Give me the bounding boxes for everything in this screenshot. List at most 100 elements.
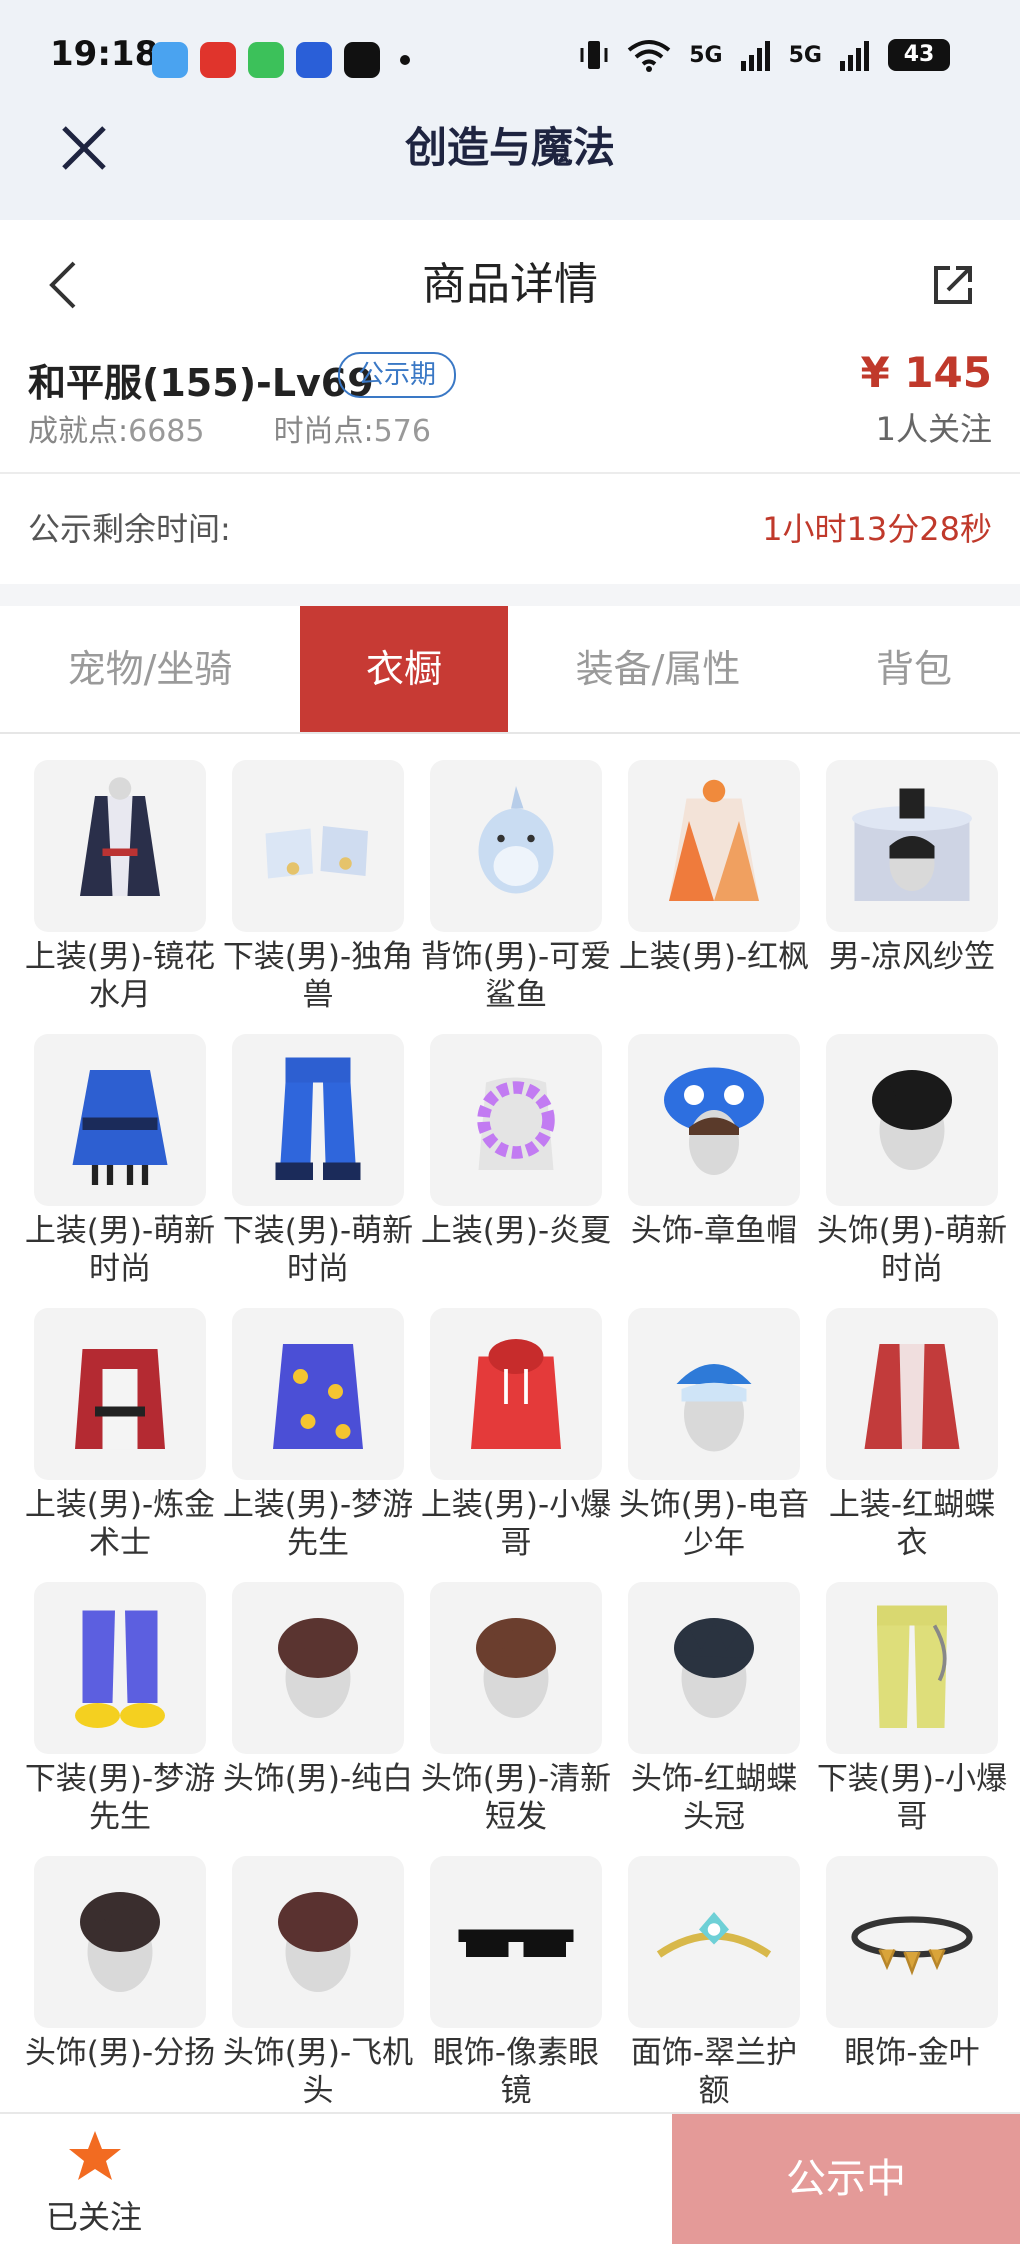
status-time: 19:18	[50, 34, 159, 74]
remaining-time-value: 1小时13分28秒	[762, 510, 992, 548]
close-icon[interactable]	[58, 122, 110, 174]
status-badge: 公示期	[338, 352, 457, 398]
wardrobe-item[interactable]: 面饰-翠兰护额	[618, 1856, 810, 2130]
blue-app-icon	[296, 42, 332, 78]
wardrobe-item-image	[430, 1034, 602, 1206]
item-stats: 成就点:6685 时尚点:576	[28, 406, 431, 450]
wardrobe-item[interactable]: 下装(男)-独角兽	[222, 760, 414, 1034]
wardrobe-item[interactable]: 上装(男)-炼金术士	[24, 1308, 216, 1582]
wardrobe-item-image	[232, 1308, 404, 1480]
wardrobe-item-name: 面饰-翠兰护额	[630, 2035, 798, 2109]
wardrobe-item[interactable]: 上装(男)-小爆哥	[420, 1308, 612, 1582]
wardrobe-item-name: 眼饰-金叶	[844, 2035, 980, 2071]
wardrobe-item-name: 上装-红蝴蝶衣	[828, 1487, 996, 1561]
more-dot-icon	[400, 55, 410, 65]
cloud-app-icon	[152, 42, 188, 78]
wardrobe-item[interactable]: 头饰(男)-清新短发	[420, 1582, 612, 1856]
wardrobe-item-name: 上装(男)-小爆哥	[420, 1487, 612, 1561]
wardrobe-item[interactable]: 头饰(男)-飞机头	[222, 1856, 414, 2130]
wardrobe-item-name: 头饰-红蝴蝶头冠	[630, 1761, 798, 1835]
wardrobe-item-image	[430, 760, 602, 932]
wardrobe-item-image	[826, 1856, 998, 2028]
wardrobe-item[interactable]: 头饰-红蝴蝶头冠	[618, 1582, 810, 1856]
wardrobe-item-image	[232, 1856, 404, 2028]
star-icon[interactable]	[66, 2128, 124, 2186]
tab-equipment-attributes[interactable]: 装备/属性	[508, 606, 808, 732]
wardrobe-item[interactable]: 上装-红蝴蝶衣	[816, 1308, 1008, 1582]
tab-pets-mounts[interactable]: 宠物/坐骑	[0, 606, 300, 732]
wardrobe-item[interactable]: 头饰(男)-纯白	[222, 1582, 414, 1856]
wardrobe-item[interactable]: 上装(男)-红枫	[618, 760, 810, 1034]
achievement-label: 成就点:	[28, 414, 129, 449]
wardrobe-item-name: 背饰(男)-可爱鲨鱼	[420, 939, 612, 1013]
wardrobe-item-image	[232, 760, 404, 932]
notification-icons	[152, 42, 410, 78]
wardrobe-item[interactable]: 下装(男)-梦游先生	[24, 1582, 216, 1856]
wardrobe-item[interactable]: 头饰-章鱼帽	[618, 1034, 810, 1308]
wardrobe-item-name: 下装(男)-梦游先生	[24, 1761, 216, 1835]
wardrobe-item-image	[232, 1034, 404, 1206]
wardrobe-item[interactable]: 上装(男)-梦游先生	[222, 1308, 414, 1582]
wardrobe-item[interactable]: 头饰(男)-电音少年	[618, 1308, 810, 1582]
wardrobe-item-image	[628, 1308, 800, 1480]
wifi-icon	[628, 40, 671, 72]
wardrobe-item-name: 下装(男)-萌新时尚	[222, 1213, 414, 1287]
wardrobe-item-image	[34, 1034, 206, 1206]
wardrobe-item-name: 头饰(男)-纯白	[222, 1761, 414, 1797]
app-title: 创造与魔法	[404, 123, 615, 172]
fashion-value: 576	[373, 414, 431, 449]
vibrate-icon	[580, 41, 608, 69]
wardrobe-item[interactable]: 上装(男)-炎夏	[420, 1034, 612, 1308]
wardrobe-item[interactable]: 上装(男)-镜花水月	[24, 760, 216, 1034]
wardrobe-item[interactable]: 下装(男)-小爆哥	[816, 1582, 1008, 1856]
wardrobe-item-name: 上装(男)-炼金术士	[24, 1487, 216, 1561]
wardrobe-item-image	[34, 1308, 206, 1480]
capcut-icon	[344, 42, 380, 78]
signal-icon	[740, 41, 770, 71]
wardrobe-item-image	[826, 1582, 998, 1754]
wardrobe-item-image	[628, 1582, 800, 1754]
red-app-icon	[200, 42, 236, 78]
wardrobe-item-name: 男-凉风纱笠	[828, 939, 996, 975]
share-icon[interactable]	[928, 260, 978, 310]
item-price: ¥ 145	[860, 348, 992, 397]
system-icons: 5G 5G 43	[579, 38, 950, 72]
wardrobe-item-name: 头饰(男)-清新短发	[420, 1761, 612, 1835]
page-title: 商品详情	[422, 259, 598, 310]
public-status-button[interactable]: 公示中	[672, 2114, 1020, 2244]
wardrobe-item-name: 上装(男)-镜花水月	[24, 939, 216, 1013]
network-type-1: 5G	[689, 42, 723, 68]
network-type-2: 5G	[788, 42, 822, 68]
battery-indicator: 43	[888, 39, 950, 71]
wardrobe-item-image	[430, 1308, 602, 1480]
wardrobe-item-image	[232, 1582, 404, 1754]
wardrobe-item-image	[430, 1582, 602, 1754]
wardrobe-item[interactable]: 眼饰-金叶	[816, 1856, 1008, 2130]
wardrobe-grid: 上装(男)-镜花水月 下装(男)-独角兽 背饰(男)-可爱鲨鱼 上装(男)-红枫 男-凉…	[24, 760, 1007, 2130]
divider	[0, 472, 1020, 474]
follow-button-label[interactable]: 已关注	[46, 2192, 142, 2238]
wardrobe-item-image	[628, 1034, 800, 1206]
wardrobe-item-name: 头饰(男)-电音少年	[618, 1487, 810, 1561]
remaining-time-label: 公示剩余时间:	[28, 510, 231, 548]
wardrobe-item-name: 头饰(男)-萌新时尚	[816, 1213, 1008, 1287]
wardrobe-item-name: 上装(男)-炎夏	[420, 1213, 612, 1249]
wardrobe-item[interactable]: 背饰(男)-可爱鲨鱼	[420, 760, 612, 1034]
wardrobe-item[interactable]: 下装(男)-萌新时尚	[222, 1034, 414, 1308]
tab-wardrobe[interactable]: 衣橱	[300, 606, 508, 732]
wardrobe-item-name: 眼饰-像素眼镜	[432, 2035, 600, 2109]
wardrobe-item-image	[34, 1856, 206, 2028]
wardrobe-item-name: 上装(男)-梦游先生	[222, 1487, 414, 1561]
item-title: 和平服(155)-Lv69	[28, 361, 374, 405]
wardrobe-item[interactable]: 头饰(男)-分扬	[24, 1856, 216, 2130]
wardrobe-item-image	[34, 760, 206, 932]
wardrobe-item[interactable]: 头饰(男)-萌新时尚	[816, 1034, 1008, 1308]
tab-bar: 宠物/坐骑 衣橱 装备/属性 背包	[0, 606, 1020, 734]
tab-backpack[interactable]: 背包	[808, 606, 1020, 732]
wardrobe-item[interactable]: 男-凉风纱笠	[816, 760, 1008, 1034]
wardrobe-item[interactable]: 眼饰-像素眼镜	[420, 1856, 612, 2130]
wardrobe-item-image	[430, 1856, 602, 2028]
wardrobe-item[interactable]: 上装(男)-萌新时尚	[24, 1034, 216, 1308]
wardrobe-item-image	[34, 1582, 206, 1754]
wardrobe-item-name: 上装(男)-红枫	[618, 939, 810, 975]
